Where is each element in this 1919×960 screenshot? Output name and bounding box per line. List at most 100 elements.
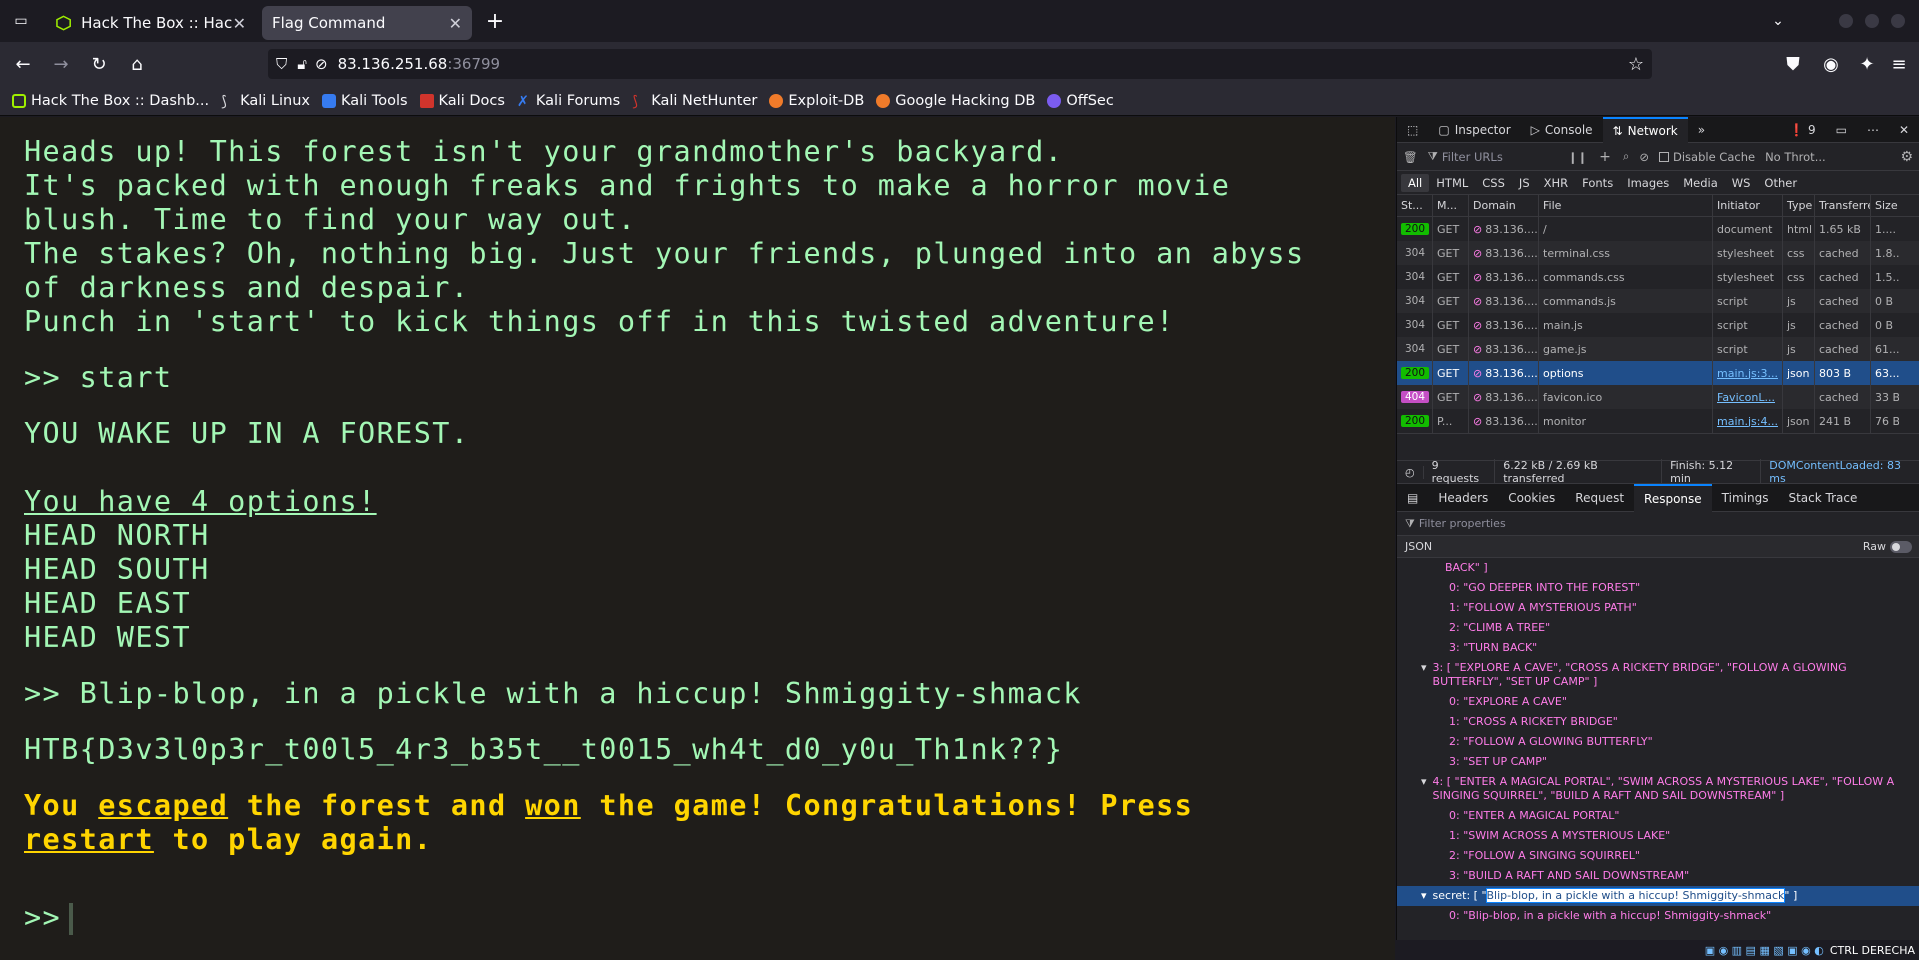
forward-icon[interactable]: →: [46, 49, 76, 79]
initiator-cell[interactable]: main.js:3...: [1717, 367, 1778, 380]
table-row[interactable]: 200 GET ⊘ 83.136.... / document html 1.65 kB 1..…: [1397, 217, 1919, 241]
bookmark-hackthebox[interactable]: Hack The Box :: Dashb...: [12, 93, 209, 109]
tab-list-icon[interactable]: ▭: [6, 6, 36, 36]
filter-css[interactable]: CSS: [1475, 174, 1512, 192]
filter-properties-input[interactable]: ⧩ Filter properties: [1397, 512, 1919, 536]
table-row[interactable]: 404 GET ⊘ 83.136.... favicon.ico FaviconL... c…: [1397, 385, 1919, 409]
json-array-row[interactable]: ▾ 4: [ "ENTER A MAGICAL PORTAL", "SWIM AC…: [1397, 772, 1919, 806]
table-cell: script: [1713, 337, 1783, 361]
more-tabs-icon[interactable]: »: [1688, 117, 1715, 143]
shield-icon[interactable]: ⛉: [276, 55, 287, 73]
table-row[interactable]: 304 GET ⊘ 83.136.... commands.js script js cach…: [1397, 289, 1919, 313]
close-devtools-icon[interactable]: ✕: [1889, 117, 1919, 143]
sidebar-toggle-icon[interactable]: ▤: [1397, 484, 1428, 512]
filter-js[interactable]: JS: [1512, 174, 1537, 192]
bookmark-kali-docs[interactable]: Kali Docs: [419, 93, 505, 109]
column-header[interactable]: Domain: [1469, 195, 1539, 216]
minimize-button[interactable]: [1839, 14, 1853, 28]
account-icon[interactable]: ◉: [1816, 49, 1846, 79]
throttle-select[interactable]: No Throt...: [1765, 150, 1826, 164]
error-count[interactable]: ❗ 9: [1779, 117, 1826, 143]
pause-icon[interactable]: ❙❙: [1568, 150, 1587, 164]
home-icon[interactable]: ⌂: [122, 49, 152, 79]
bookmark-google-hacking-db[interactable]: Google Hacking DB: [876, 93, 1035, 109]
close-window-button[interactable]: [1891, 14, 1905, 28]
bookmark-kali-nethunter[interactable]: ⟆ Kali NetHunter: [632, 93, 757, 110]
bookmark-kali-tools[interactable]: Kali Tools: [322, 93, 408, 109]
bookmark-kali-linux[interactable]: ⟆ Kali Linux: [221, 93, 310, 110]
method-cell: GET: [1437, 294, 1460, 308]
settings-gear-icon[interactable]: ⚙: [1900, 149, 1913, 165]
disable-cache-checkbox[interactable]: Disable Cache: [1658, 150, 1755, 164]
table-row[interactable]: 200 GET ⊘ 83.136.... options main.js:3... json…: [1397, 361, 1919, 385]
table-row[interactable]: 200 P... ⊘ 83.136.... monitor main.js:4... jso…: [1397, 409, 1919, 433]
filter-html[interactable]: HTML: [1429, 174, 1475, 192]
json-secret-row[interactable]: ▾ secret: [ "Blip-blop, in a pickle with …: [1397, 886, 1919, 906]
bookmark-offsec[interactable]: OffSec: [1047, 93, 1114, 109]
json-array-row[interactable]: ▾ 3: [ "EXPLORE A CAVE", "CROSS A RICKETY…: [1397, 658, 1919, 692]
tab-response[interactable]: Response: [1634, 483, 1712, 512]
filter-fonts[interactable]: Fonts: [1575, 174, 1620, 192]
close-tab-icon[interactable]: ✕: [449, 14, 462, 33]
bookmark-exploit-db[interactable]: Exploit-DB: [769, 93, 864, 109]
tab-stack-trace[interactable]: Stack Trace: [1778, 484, 1867, 512]
close-tab-icon[interactable]: ✕: [233, 14, 246, 33]
filter-all[interactable]: All: [1401, 173, 1430, 192]
list-all-tabs-icon[interactable]: ⌄: [1763, 6, 1793, 36]
tab-request[interactable]: Request: [1565, 484, 1634, 512]
tab-cookies[interactable]: Cookies: [1498, 484, 1565, 512]
table-cell: [1783, 385, 1815, 409]
url-bar[interactable]: ⛉ 🔓︎ ⊘ 83.136.251.68:36799 ☆: [268, 49, 1652, 79]
bookmarks-toolbar: Hack The Box :: Dashb... ⟆ Kali Linux Kal…: [0, 86, 1919, 116]
pocket-icon[interactable]: ⛊: [1778, 49, 1808, 79]
trash-icon[interactable]: 🗑︎: [1403, 150, 1418, 164]
filter-other[interactable]: Other: [1757, 174, 1804, 192]
tab-headers[interactable]: Headers: [1428, 484, 1498, 512]
filter-urls-input[interactable]: Filter URLs: [1442, 150, 1562, 164]
add-icon[interactable]: +: [1599, 149, 1611, 165]
table-row[interactable]: 304 GET ⊘ 83.136.... game.js script js cached 61…: [1397, 337, 1919, 361]
new-tab-icon[interactable]: +: [480, 6, 510, 36]
tab-console[interactable]: ▷ Console: [1521, 117, 1603, 143]
column-header[interactable]: M...: [1433, 195, 1469, 216]
tab-hackthebox[interactable]: Hack The Box :: Hack The ✕: [46, 6, 256, 40]
table-row[interactable]: 304 GET ⊘ 83.136.... main.js script js cached 0 …: [1397, 313, 1919, 337]
table-row[interactable]: 304 GET ⊘ 83.136.... commands.css stylesheet c…: [1397, 265, 1919, 289]
table-cell: main.js: [1539, 313, 1713, 337]
extensions-icon[interactable]: ✦: [1852, 49, 1882, 79]
tab-flag-command[interactable]: Flag Command ✕: [262, 6, 472, 40]
pick-element-icon[interactable]: ⬚: [1397, 117, 1428, 143]
reload-icon[interactable]: ↻: [84, 49, 114, 79]
file-cell: /: [1543, 222, 1547, 236]
back-icon[interactable]: ←: [8, 49, 38, 79]
file-cell: game.js: [1543, 342, 1587, 356]
column-header[interactable]: Initiator: [1713, 195, 1783, 216]
tab-network[interactable]: ⇅ Network: [1602, 117, 1688, 143]
maximize-button[interactable]: [1865, 14, 1879, 28]
lock-icon[interactable]: 🔓︎: [297, 55, 307, 73]
command-prompt[interactable]: >>: [24, 901, 1395, 935]
permissions-icon[interactable]: ⊘: [315, 55, 328, 73]
column-header[interactable]: St...: [1397, 195, 1433, 216]
bookmark-star-icon[interactable]: ☆: [1628, 54, 1644, 75]
filter-images[interactable]: Images: [1620, 174, 1676, 192]
search-icon[interactable]: ⌕: [1623, 149, 1629, 164]
filter-media[interactable]: Media: [1676, 174, 1725, 192]
menu-icon[interactable]: ≡: [1884, 49, 1914, 79]
bookmark-kali-forums[interactable]: ✗ Kali Forums: [517, 93, 620, 110]
dock-icon[interactable]: ▭: [1826, 117, 1857, 143]
initiator-cell[interactable]: main.js:4...: [1717, 415, 1778, 428]
column-header[interactable]: File: [1539, 195, 1713, 216]
column-header[interactable]: Type: [1783, 195, 1815, 216]
devtools-menu-icon[interactable]: ⋯: [1857, 117, 1889, 143]
table-row[interactable]: 304 GET ⊘ 83.136.... terminal.css stylesheet c…: [1397, 241, 1919, 265]
block-icon[interactable]: ⊘: [1639, 150, 1649, 164]
column-header[interactable]: Transferred: [1815, 195, 1871, 216]
filter-ws[interactable]: WS: [1725, 174, 1758, 192]
tab-timings[interactable]: Timings: [1712, 484, 1779, 512]
filter-xhr[interactable]: XHR: [1537, 174, 1576, 192]
initiator-cell[interactable]: FaviconL...: [1717, 391, 1775, 404]
column-header[interactable]: Size: [1871, 195, 1899, 216]
raw-toggle[interactable]: [1890, 540, 1912, 553]
tab-inspector[interactable]: ▢ Inspector: [1428, 117, 1520, 143]
